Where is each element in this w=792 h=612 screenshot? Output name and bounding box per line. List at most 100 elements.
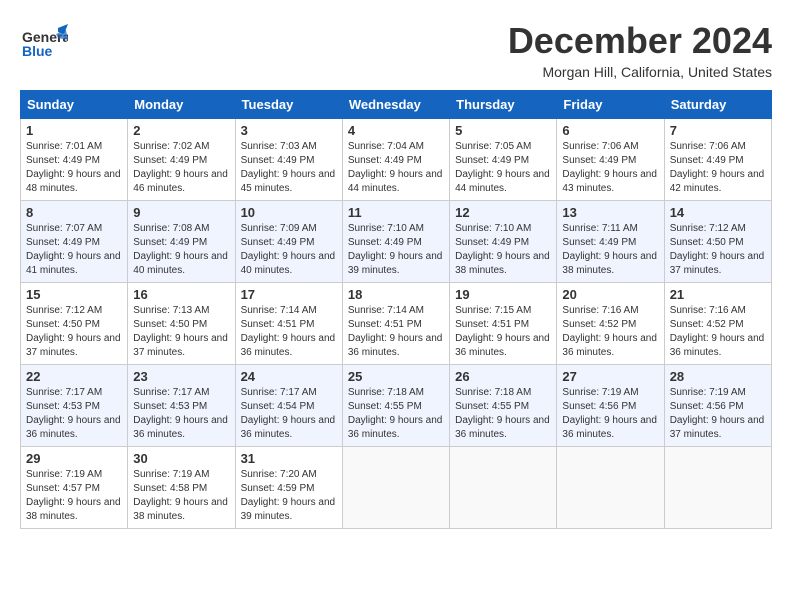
day-info: Sunrise: 7:13 AMSunset: 4:50 PMDaylight:… — [133, 304, 229, 360]
day-number: 18 — [348, 287, 444, 302]
day-number: 16 — [133, 287, 229, 302]
day-info: Sunrise: 7:10 AMSunset: 4:49 PMDaylight:… — [455, 222, 551, 278]
calendar-cell: 9Sunrise: 7:08 AMSunset: 4:49 PMDaylight… — [128, 201, 235, 283]
day-info: Sunrise: 7:07 AMSunset: 4:49 PMDaylight:… — [26, 222, 122, 278]
calendar-cell: 21 Sunrise: 7:16 AMSunset: 4:52 PMDayligh… — [664, 283, 771, 365]
day-number: 3 — [241, 123, 337, 138]
weekday-header: Thursday — [450, 91, 557, 119]
day-info: Sunrise: 7:17 AMSunset: 4:53 PMDaylight:… — [133, 386, 229, 442]
day-number: 31 — [241, 451, 337, 466]
calendar-week-row: 22 Sunrise: 7:17 AMSunset: 4:53 PMDayligh… — [21, 365, 772, 447]
day-info: Sunrise: 7:18 AMSunset: 4:55 PMDaylight:… — [455, 386, 551, 442]
day-info: Sunrise: 7:06 AMSunset: 4:49 PMDaylight:… — [670, 140, 766, 196]
day-info: Sunrise: 7:20 AMSunset: 4:59 PMDaylight:… — [241, 468, 337, 524]
day-number: 21 — [670, 287, 766, 302]
calendar-week-row: 29 Sunrise: 7:19 AMSunset: 4:57 PMDayligh… — [21, 447, 772, 529]
day-info: Sunrise: 7:14 AMSunset: 4:51 PMDaylight:… — [241, 304, 337, 360]
calendar-cell: 19 Sunrise: 7:15 AMSunset: 4:51 PMDayligh… — [450, 283, 557, 365]
day-number: 2 — [133, 123, 229, 138]
weekday-header: Monday — [128, 91, 235, 119]
calendar-cell: 22 Sunrise: 7:17 AMSunset: 4:53 PMDayligh… — [21, 365, 128, 447]
weekday-header: Friday — [557, 91, 664, 119]
day-number: 27 — [562, 369, 658, 384]
title-section: December 2024 Morgan Hill, California, U… — [508, 20, 772, 80]
day-info: Sunrise: 7:09 AMSunset: 4:49 PMDaylight:… — [241, 222, 337, 278]
calendar-cell — [450, 447, 557, 529]
calendar-cell: 4Sunrise: 7:04 AMSunset: 4:49 PMDaylight… — [342, 119, 449, 201]
weekday-header: Saturday — [664, 91, 771, 119]
day-number: 6 — [562, 123, 658, 138]
day-number: 28 — [670, 369, 766, 384]
calendar-table: SundayMondayTuesdayWednesdayThursdayFrid… — [20, 90, 772, 529]
calendar-cell: 27 Sunrise: 7:19 AMSunset: 4:56 PMDayligh… — [557, 365, 664, 447]
calendar-cell: 12 Sunrise: 7:10 AMSunset: 4:49 PMDayligh… — [450, 201, 557, 283]
calendar-cell: 20 Sunrise: 7:16 AMSunset: 4:52 PMDayligh… — [557, 283, 664, 365]
day-info: Sunrise: 7:05 AMSunset: 4:49 PMDaylight:… — [455, 140, 551, 196]
calendar-cell: 15 Sunrise: 7:12 AMSunset: 4:50 PMDayligh… — [21, 283, 128, 365]
calendar-cell: 10Sunrise: 7:09 AMSunset: 4:49 PMDayligh… — [235, 201, 342, 283]
calendar-week-row: 15 Sunrise: 7:12 AMSunset: 4:50 PMDayligh… — [21, 283, 772, 365]
calendar-cell: 18Sunrise: 7:14 AMSunset: 4:51 PMDayligh… — [342, 283, 449, 365]
calendar-cell: 25 Sunrise: 7:18 AMSunset: 4:55 PMDayligh… — [342, 365, 449, 447]
day-info: Sunrise: 7:18 AMSunset: 4:55 PMDaylight:… — [348, 386, 444, 442]
calendar-cell: 30 Sunrise: 7:19 AMSunset: 4:58 PMDayligh… — [128, 447, 235, 529]
day-info: Sunrise: 7:19 AMSunset: 4:56 PMDaylight:… — [670, 386, 766, 442]
day-number: 12 — [455, 205, 551, 220]
weekday-header: Tuesday — [235, 91, 342, 119]
calendar-cell — [557, 447, 664, 529]
calendar-cell: 28 Sunrise: 7:19 AMSunset: 4:56 PMDayligh… — [664, 365, 771, 447]
day-info: Sunrise: 7:01 AMSunset: 4:49 PMDaylight:… — [26, 140, 122, 196]
day-info: Sunrise: 7:19 AMSunset: 4:58 PMDaylight:… — [133, 468, 229, 524]
day-info: Sunrise: 7:16 AMSunset: 4:52 PMDaylight:… — [562, 304, 658, 360]
day-info: Sunrise: 7:19 AMSunset: 4:57 PMDaylight:… — [26, 468, 122, 524]
day-info: Sunrise: 7:12 AMSunset: 4:50 PMDaylight:… — [26, 304, 122, 360]
calendar-cell: 29 Sunrise: 7:19 AMSunset: 4:57 PMDayligh… — [21, 447, 128, 529]
calendar-cell: 5 Sunrise: 7:05 AMSunset: 4:49 PMDaylight… — [450, 119, 557, 201]
day-number: 14 — [670, 205, 766, 220]
calendar-cell: 3 Sunrise: 7:03 AMSunset: 4:49 PMDaylight… — [235, 119, 342, 201]
day-number: 22 — [26, 369, 122, 384]
calendar-cell: 2 Sunrise: 7:02 AMSunset: 4:49 PMDaylight… — [128, 119, 235, 201]
day-info: Sunrise: 7:08 AMSunset: 4:49 PMDaylight:… — [133, 222, 229, 278]
calendar-cell: 24Sunrise: 7:17 AMSunset: 4:54 PMDayligh… — [235, 365, 342, 447]
day-info: Sunrise: 7:19 AMSunset: 4:56 PMDaylight:… — [562, 386, 658, 442]
day-number: 25 — [348, 369, 444, 384]
day-number: 24 — [241, 369, 337, 384]
day-number: 26 — [455, 369, 551, 384]
calendar-week-row: 1 Sunrise: 7:01 AMSunset: 4:49 PMDaylight… — [21, 119, 772, 201]
day-number: 5 — [455, 123, 551, 138]
calendar-cell: 16 Sunrise: 7:13 AMSunset: 4:50 PMDayligh… — [128, 283, 235, 365]
calendar-cell: 14 Sunrise: 7:12 AMSunset: 4:50 PMDayligh… — [664, 201, 771, 283]
weekday-header: Wednesday — [342, 91, 449, 119]
day-number: 1 — [26, 123, 122, 138]
day-number: 23 — [133, 369, 229, 384]
calendar-cell: 23 Sunrise: 7:17 AMSunset: 4:53 PMDayligh… — [128, 365, 235, 447]
calendar-cell — [664, 447, 771, 529]
calendar-cell: 31 Sunrise: 7:20 AMSunset: 4:59 PMDayligh… — [235, 447, 342, 529]
day-number: 4 — [348, 123, 444, 138]
day-number: 30 — [133, 451, 229, 466]
weekday-header: Sunday — [21, 91, 128, 119]
location-label: Morgan Hill, California, United States — [508, 64, 772, 80]
calendar-cell: 17Sunrise: 7:14 AMSunset: 4:51 PMDayligh… — [235, 283, 342, 365]
day-number: 15 — [26, 287, 122, 302]
weekday-header-row: SundayMondayTuesdayWednesdayThursdayFrid… — [21, 91, 772, 119]
month-title: December 2024 — [508, 20, 772, 62]
day-number: 29 — [26, 451, 122, 466]
calendar-cell: 11Sunrise: 7:10 AMSunset: 4:49 PMDayligh… — [342, 201, 449, 283]
logo: General Blue — [20, 20, 68, 68]
day-info: Sunrise: 7:16 AMSunset: 4:52 PMDaylight:… — [670, 304, 766, 360]
day-info: Sunrise: 7:15 AMSunset: 4:51 PMDaylight:… — [455, 304, 551, 360]
day-info: Sunrise: 7:12 AMSunset: 4:50 PMDaylight:… — [670, 222, 766, 278]
page-header: General Blue December 2024 Morgan Hill, … — [20, 20, 772, 80]
day-info: Sunrise: 7:17 AMSunset: 4:53 PMDaylight:… — [26, 386, 122, 442]
day-info: Sunrise: 7:02 AMSunset: 4:49 PMDaylight:… — [133, 140, 229, 196]
calendar-cell — [342, 447, 449, 529]
day-number: 20 — [562, 287, 658, 302]
calendar-cell: 7Sunrise: 7:06 AMSunset: 4:49 PMDaylight… — [664, 119, 771, 201]
calendar-cell: 13Sunrise: 7:11 AMSunset: 4:49 PMDayligh… — [557, 201, 664, 283]
calendar-cell: 8Sunrise: 7:07 AMSunset: 4:49 PMDaylight… — [21, 201, 128, 283]
day-info: Sunrise: 7:03 AMSunset: 4:49 PMDaylight:… — [241, 140, 337, 196]
day-number: 19 — [455, 287, 551, 302]
day-info: Sunrise: 7:06 AMSunset: 4:49 PMDaylight:… — [562, 140, 658, 196]
